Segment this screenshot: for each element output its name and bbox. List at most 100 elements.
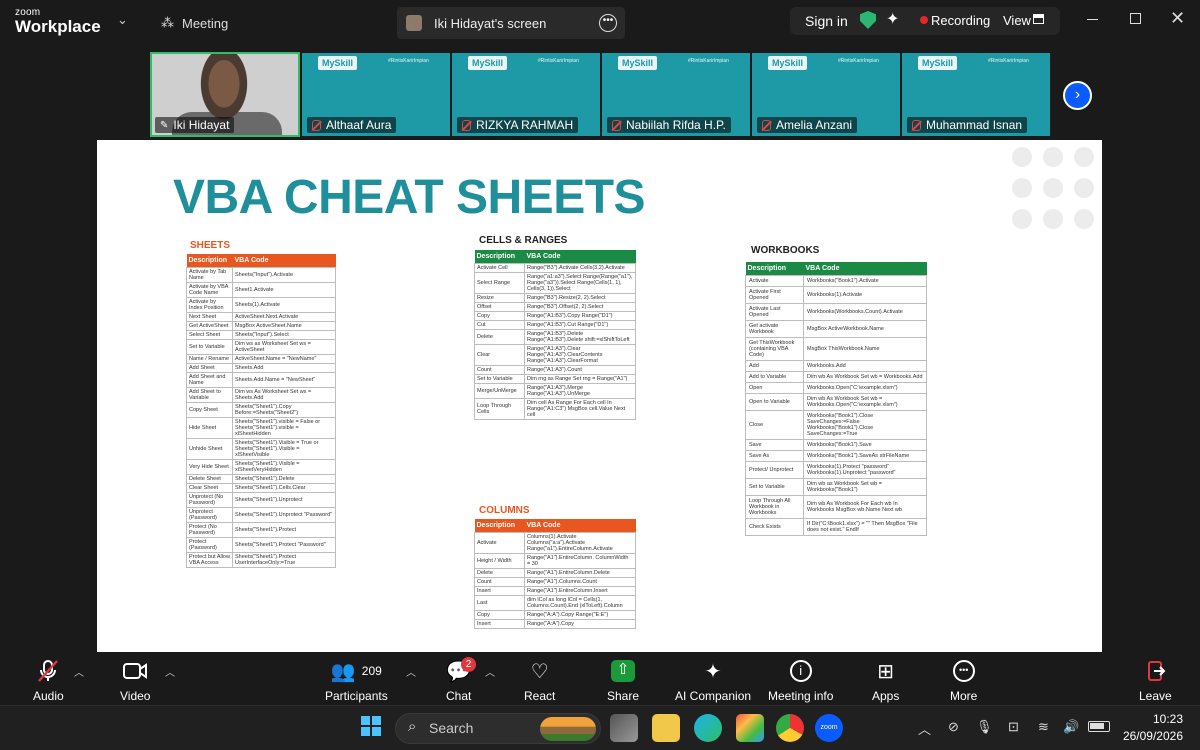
video-options-caret-icon[interactable]: ︿ — [165, 664, 175, 679]
maximize-icon[interactable] — [1130, 13, 1141, 24]
table-row: Delete Range("A1:B3").Delete Range("A1:B3… — [474, 329, 636, 345]
meeting-info-label: Meeting info — [768, 689, 834, 703]
section-cells: CELLS & RANGES — [479, 235, 568, 246]
ai-sparkle-icon[interactable]: ✦ — [886, 9, 899, 29]
row-code: Dim cell As Range For Each cell In Range… — [524, 398, 636, 420]
show-hidden-icons-icon[interactable]: ︿ — [918, 719, 931, 738]
row-code: Dim rng as Range Set rng = Range("A1") — [524, 374, 636, 384]
taskbar-clock[interactable]: 10:23 — [1119, 712, 1183, 726]
row-description: Open to Variable — [745, 393, 804, 411]
minimize-icon[interactable] — [1087, 19, 1098, 20]
row-description: Add Sheet to Variable — [186, 387, 233, 403]
leave-button[interactable]: Leave — [1139, 658, 1172, 703]
apps-button[interactable]: ⊞ Apps — [872, 658, 899, 704]
table-row: Last dim lCol as long lCol = Cells(1, Col… — [474, 595, 636, 611]
notification-icon[interactable]: ⊡ — [1008, 719, 1019, 735]
participant-name-tag: Muhammad Isnan — [907, 117, 1028, 133]
view-button[interactable]: View — [1003, 13, 1031, 28]
shared-screen-tab[interactable]: Iki Hidayat's screen ••• — [397, 7, 625, 39]
chat-caret-icon[interactable]: ︿ — [485, 664, 495, 679]
participant-tile-iki[interactable]: ✎ Iki Hidayat — [150, 52, 300, 137]
table-row: Activate First Opened Workbooks(1).Activa… — [745, 286, 927, 304]
more-button[interactable]: ••• More — [950, 658, 977, 703]
myskill-logo: MySkill — [768, 56, 808, 70]
table-row: Unprotect (No Password) Sheets("Sheet1").… — [186, 492, 336, 508]
table-row: Activate Cell Range("B3").Activate Cells(… — [474, 263, 636, 273]
table-row: Add Sheet to Variable Dim ws As Worksheet… — [186, 387, 336, 403]
chrome-icon[interactable] — [776, 714, 804, 742]
participant-tile-amelia[interactable]: MySkill #RintisKarirImpian Amelia Anzani — [752, 53, 900, 136]
table-row: Clear Sheet Sheets("Sheet1").Cells.Clear — [186, 483, 336, 493]
wifi-icon[interactable]: ≋ — [1038, 719, 1049, 735]
grid-view-icon[interactable] — [1033, 14, 1044, 24]
row-description: Unhide Sheet — [186, 438, 233, 460]
table-row: Save As Workbooks("Book1").SaveAs strFile… — [745, 450, 927, 462]
decor-dot — [1012, 178, 1032, 198]
more-options-icon[interactable]: ••• — [599, 14, 617, 32]
columns-table: Description VBA Code Activate Columns(1).A… — [474, 519, 636, 629]
camera-off-icon[interactable]: ⊘ — [948, 719, 959, 735]
row-code: Range("A1").EntireColumn.Insert — [524, 586, 636, 596]
task-view-icon[interactable] — [610, 714, 638, 742]
muted-mic-icon — [912, 119, 921, 131]
decor-dot — [1012, 147, 1032, 167]
cells-table-body: Activate Cell Range("B3").Activate Cells(… — [474, 263, 636, 420]
row-description: Copy — [474, 610, 525, 620]
taskbar-date[interactable]: 26/09/2026 — [1119, 729, 1183, 743]
sign-in-button[interactable]: Sign in — [805, 13, 848, 29]
decor-dot — [1043, 147, 1063, 167]
zoom-app-icon[interactable]: zoom — [815, 714, 843, 742]
battery-icon[interactable] — [1088, 721, 1110, 732]
recording-indicator[interactable]: Recording — [931, 13, 990, 28]
row-code: Range("A1").Columns.Count — [524, 577, 636, 587]
participant-tile-muhammad[interactable]: MySkill #RintisKarirImpian Muhammad Isna… — [902, 53, 1050, 136]
meeting-icon: ⁂ — [161, 15, 174, 30]
row-code: Sheets("Sheet1").Copy Before:=Sheets("Sh… — [232, 402, 336, 418]
ai-companion-button[interactable]: ✦ AI Companion — [675, 658, 751, 704]
row-code: Range("A1").EntireColumn. ColumnWidth = … — [524, 553, 636, 569]
edge-icon[interactable] — [694, 714, 722, 742]
react-button[interactable]: ♡ React — [524, 658, 555, 704]
volume-icon[interactable]: 🔊 — [1063, 719, 1079, 735]
decor-dot — [1074, 209, 1094, 229]
microsoft-store-icon[interactable] — [736, 714, 764, 742]
audio-options-caret-icon[interactable]: ︿ — [74, 664, 84, 679]
table-row: Protect/ Unprotect Workbooks(1).Protect "… — [745, 461, 927, 479]
audio-button[interactable]: Audio — [33, 658, 64, 703]
meeting-menu-button[interactable]: ⁂ Meeting — [161, 13, 228, 33]
row-description: Set to Variable — [474, 374, 525, 384]
close-icon[interactable]: ✕ — [1170, 8, 1185, 29]
row-description: Count — [474, 577, 525, 587]
search-icon: ⌕ — [408, 718, 417, 735]
participant-tile-althaaf[interactable]: MySkill #RintisKarirImpian Althaaf Aura — [302, 53, 450, 136]
table-row: Add Sheet and Name Sheets.Add.Name = "New… — [186, 372, 336, 388]
participant-tile-nabiilah[interactable]: MySkill #RintisKarirImpian Nabiilah Rifd… — [602, 53, 750, 136]
table-row: Copy Range("A:A").Copy Range("E:E") — [474, 610, 636, 620]
participant-name-tag: Althaaf Aura — [307, 117, 397, 133]
share-button[interactable]: ⇧ Share — [607, 658, 639, 703]
video-button[interactable]: Video — [120, 658, 150, 703]
slide-title: VBA CHEAT SHEETS — [173, 171, 646, 224]
next-page-arrow-icon[interactable]: › — [1063, 81, 1092, 110]
participants-caret-icon[interactable]: ︿ — [406, 664, 416, 679]
row-description: Open — [745, 382, 804, 394]
participant-name: Althaaf Aura — [326, 118, 392, 132]
section-workbooks: WORKBOOKS — [751, 245, 820, 256]
chevron-down-icon[interactable]: ⌄ — [117, 12, 128, 28]
table-row: Protect (Password) Sheets("Sheet1").Prote… — [186, 537, 336, 553]
row-code: MsgBox ThisWorkbook.Name — [803, 337, 927, 361]
participants-button[interactable]: 👥 209 Participants — [325, 658, 388, 704]
participant-tile-rizkya[interactable]: MySkill #RintisKarirImpian RIZKYA RAHMAH — [452, 53, 600, 136]
file-explorer-icon[interactable] — [652, 714, 680, 742]
row-description: Protect/ Unprotect — [745, 461, 804, 479]
table-row: Offset Range("B3").Offset(2, 2).Select — [474, 302, 636, 312]
windows-start-icon[interactable] — [361, 716, 381, 736]
col-header-desc: Description — [186, 254, 233, 268]
meeting-info-button[interactable]: i Meeting info — [768, 658, 833, 703]
row-code: Range("B3").Resize(2, 2).Select — [524, 293, 636, 303]
row-description: Cut — [474, 320, 525, 330]
table-row: Activate Workbooks("Book1").Activate — [745, 275, 927, 287]
table-row: Activate by Tab Name Sheets("Input").Acti… — [186, 267, 336, 283]
muted-mic-icon — [37, 658, 59, 684]
mic-in-use-icon[interactable]: 🎙 — [976, 719, 993, 735]
